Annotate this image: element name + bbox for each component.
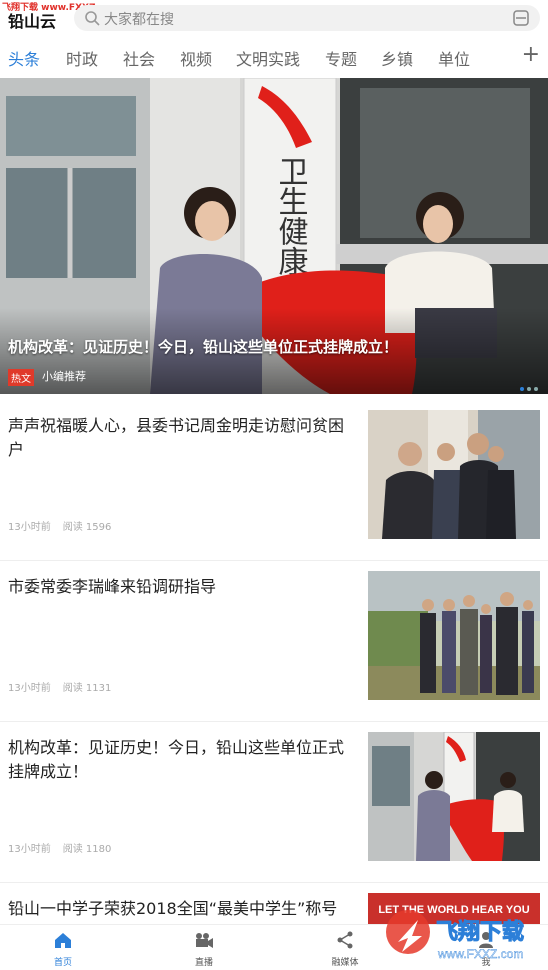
article-thumbnail[interactable] [368,732,540,861]
nav-live-label: 直播 [194,958,213,968]
list-item[interactable]: 机构改革：见证历史！今日，铅山这些单位正式挂牌成立！ 13小时前 阅读 1180 [0,722,548,883]
tab-video[interactable]: 视频 [180,46,212,70]
search-placeholder: 大家都在搜 [104,12,174,28]
article-meta: 13小时前 阅读 1180 [8,840,123,855]
carousel-indicator [517,376,538,394]
article-meta: 13小时前 阅读 1131 [8,679,123,694]
svg-text:www.FXXZ.com: www.FXXZ.com [437,947,523,961]
tab-society[interactable]: 社会 [123,46,155,70]
article-reads: 阅读 1180 [62,844,112,855]
nav-home[interactable]: 首页 [33,931,93,968]
article-time: 13小时前 [8,522,51,533]
article-meta: 13小时前 阅读 1596 [8,518,123,533]
article-thumbnail[interactable] [368,410,540,539]
search-bar[interactable]: 大家都在搜 [74,5,540,31]
hero-source: 小编推荐 [42,370,86,383]
article-time: 13小时前 [8,683,51,694]
list-item[interactable]: 声声祝福暖人心，县委书记周金明走访慰问贫困户 13小时前 阅读 1596 [0,400,548,561]
top-header: 飞翔下载 www.FXXZ.com 铅山云 大家都在搜 [0,0,548,36]
share-icon [337,931,353,949]
search-icon [85,11,100,26]
home-icon [55,933,71,948]
sign-text-1: 卫生健康 [273,156,309,276]
article-title[interactable]: 市委常委李瑞峰来铅调研指导 [8,575,353,599]
article-reads: 阅读 1596 [62,522,112,533]
svg-text:飞翔下载: 飞翔下载 [436,919,524,945]
hero-banner[interactable]: 卫生健康 机构改革：见证历史！今日，铅山这些单位正式挂牌成立！ 热文 小编推荐 [0,78,548,394]
article-reads: 阅读 1131 [62,683,112,694]
hero-caption[interactable]: 机构改革：见证历史！今日，铅山这些单位正式挂牌成立！ [8,336,398,357]
article-thumbnail[interactable] [368,571,540,700]
article-time: 13小时前 [8,844,51,855]
app-title: 铅山云 [8,12,57,31]
nav-home-label: 首页 [53,958,72,968]
tab-civilization[interactable]: 文明实践 [236,46,300,70]
tab-topics[interactable]: 专题 [325,46,357,70]
nav-live[interactable]: 直播 [174,931,234,968]
hot-tag-badge: 热文 [8,369,34,386]
channel-tabs: 头条 时政 社会 视频 文明实践 专题 乡镇 单位 + [0,36,548,78]
list-item[interactable]: 市委常委李瑞峰来铅调研指导 13小时前 阅读 1131 [0,561,548,722]
article-title[interactable]: 声声祝福暖人心，县委书记周金明走访慰问贫困户 [8,414,353,462]
site-watermark-logo: 飞翔下载 www.FXXZ.com [386,910,525,961]
tab-towns[interactable]: 乡镇 [381,46,413,70]
tab-politics[interactable]: 时政 [66,46,98,70]
video-camera-icon [196,933,213,948]
tab-units[interactable]: 单位 [438,46,470,70]
article-title[interactable]: 机构改革：见证历史！今日，铅山这些单位正式挂牌成立！ [8,736,353,784]
nav-media[interactable]: 融媒体 [315,931,375,968]
scan-icon[interactable] [512,9,530,27]
article-title[interactable]: 铅山一中学子荣获2018全国“最美中学生”称号 [8,897,353,921]
add-tab-icon[interactable]: + [522,42,540,67]
tab-headlines[interactable]: 头条 [8,46,40,70]
nav-media-label: 融媒体 [331,958,359,968]
